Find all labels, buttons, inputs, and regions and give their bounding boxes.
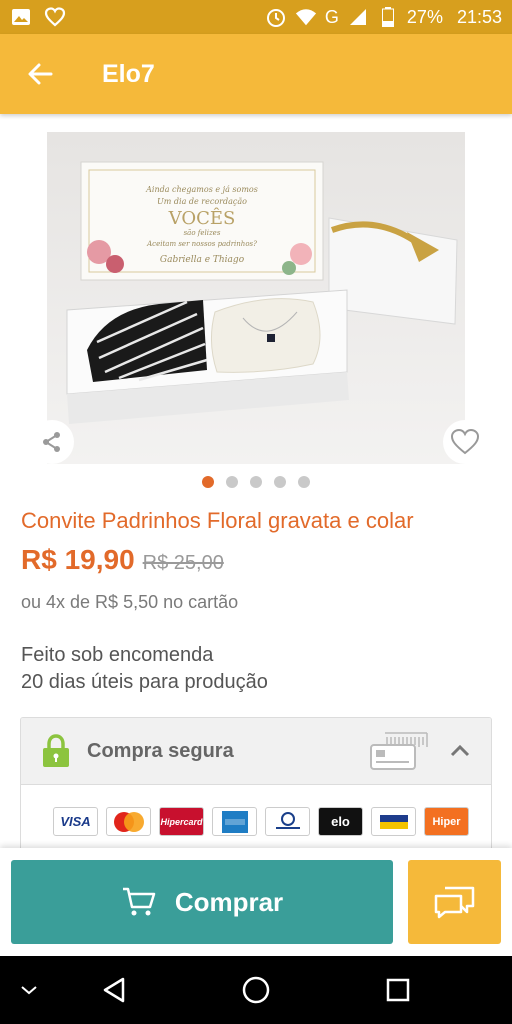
credit-card-icon (370, 732, 428, 770)
nav-back-button[interactable] (58, 976, 170, 1004)
current-price: R$ 19,90 (21, 544, 135, 575)
favorite-button[interactable] (443, 420, 487, 464)
amex-logo (212, 807, 257, 836)
nav-home-button[interactable] (170, 975, 342, 1005)
chat-button[interactable] (408, 860, 501, 944)
price-row: R$ 19,90 R$ 25,00 (21, 544, 224, 576)
app-bar: Elo7 (0, 34, 512, 114)
clock: 21:53 (456, 6, 502, 27)
system-nav-bar (0, 956, 512, 1024)
diners-logo (265, 807, 310, 836)
carousel-dot[interactable] (226, 476, 238, 488)
bottom-action-bar: Comprar (0, 848, 512, 956)
elo-logo: elo (318, 807, 363, 836)
card-text-line4: Aceitam ser nossos padrinhos? (146, 240, 257, 248)
banescard-logo (371, 807, 416, 836)
screen: G 27% 21:53 Elo7 Ainda chegamos e já som… (0, 0, 512, 1024)
battery-icon (377, 6, 399, 28)
card-text-names: Gabriella e Thiago (160, 255, 245, 265)
payment-methods: VISA Hipercard elo Hiper (21, 785, 491, 836)
card-text-line3: são felizes (184, 229, 221, 237)
secure-purchase-panel: Compra segura VISA Hipercard elo Hiper (20, 717, 492, 867)
carousel-dot[interactable] (274, 476, 286, 488)
back-button[interactable] (0, 34, 80, 114)
status-bar: G 27% 21:53 (0, 0, 512, 34)
collapse-button[interactable] (0, 984, 58, 996)
carousel-dot[interactable] (298, 476, 310, 488)
product-title: Convite Padrinhos Floral gravata e colar (21, 508, 414, 533)
production-info: Feito sob encomenda 20 dias úteis para p… (21, 642, 268, 696)
chat-bubbles-icon (434, 886, 474, 919)
heart-outline-icon (450, 428, 480, 455)
product-image[interactable]: Ainda chegamos e já somos Um dia de reco… (47, 132, 465, 464)
production-line-2: 20 dias úteis para produção (21, 671, 268, 693)
hipercard-logo: Hipercard (159, 807, 204, 836)
secure-purchase-label: Compra segura (87, 739, 234, 762)
network-type: G (324, 6, 339, 27)
lock-icon (43, 734, 69, 767)
card-text-main: VOCÊS (168, 206, 236, 229)
wifi-icon (295, 6, 317, 28)
heart-outline-icon (44, 6, 66, 28)
home-circle-icon (242, 976, 270, 1004)
buy-button[interactable]: Comprar (11, 860, 393, 944)
carousel-dot[interactable] (250, 476, 262, 488)
recents-square-icon (386, 978, 410, 1002)
carousel-dot[interactable] (202, 476, 214, 488)
image-icon (10, 6, 32, 28)
card-text-line2: Um dia de recordação (157, 197, 247, 206)
cart-icon (122, 887, 156, 916)
app-title: Elo7 (102, 59, 155, 88)
mastercard-logo (106, 807, 151, 836)
nav-recents-button[interactable] (342, 977, 454, 1003)
signal-icon (347, 6, 369, 28)
visa-logo: VISA (53, 807, 98, 836)
chevron-up-icon[interactable] (449, 744, 471, 758)
production-line-1: Feito sob encomenda (21, 644, 214, 666)
alarm-icon (265, 6, 287, 28)
old-price: R$ 25,00 (142, 552, 224, 574)
installments-text: ou 4x de R$ 5,50 no cartão (21, 592, 239, 612)
hiper-logo: Hiper (424, 807, 469, 836)
buy-button-label: Comprar (174, 886, 284, 917)
share-button[interactable] (30, 420, 74, 464)
card-text-line1: Ainda chegamos e já somos (145, 185, 258, 194)
collapse-icon (21, 986, 37, 995)
secure-purchase-header[interactable]: Compra segura (21, 718, 491, 785)
battery-level: 27% (406, 6, 443, 27)
arrow-left-icon (28, 63, 53, 85)
share-icon (43, 432, 60, 452)
carousel-indicator (0, 476, 512, 488)
back-triangle-icon (103, 977, 125, 1003)
